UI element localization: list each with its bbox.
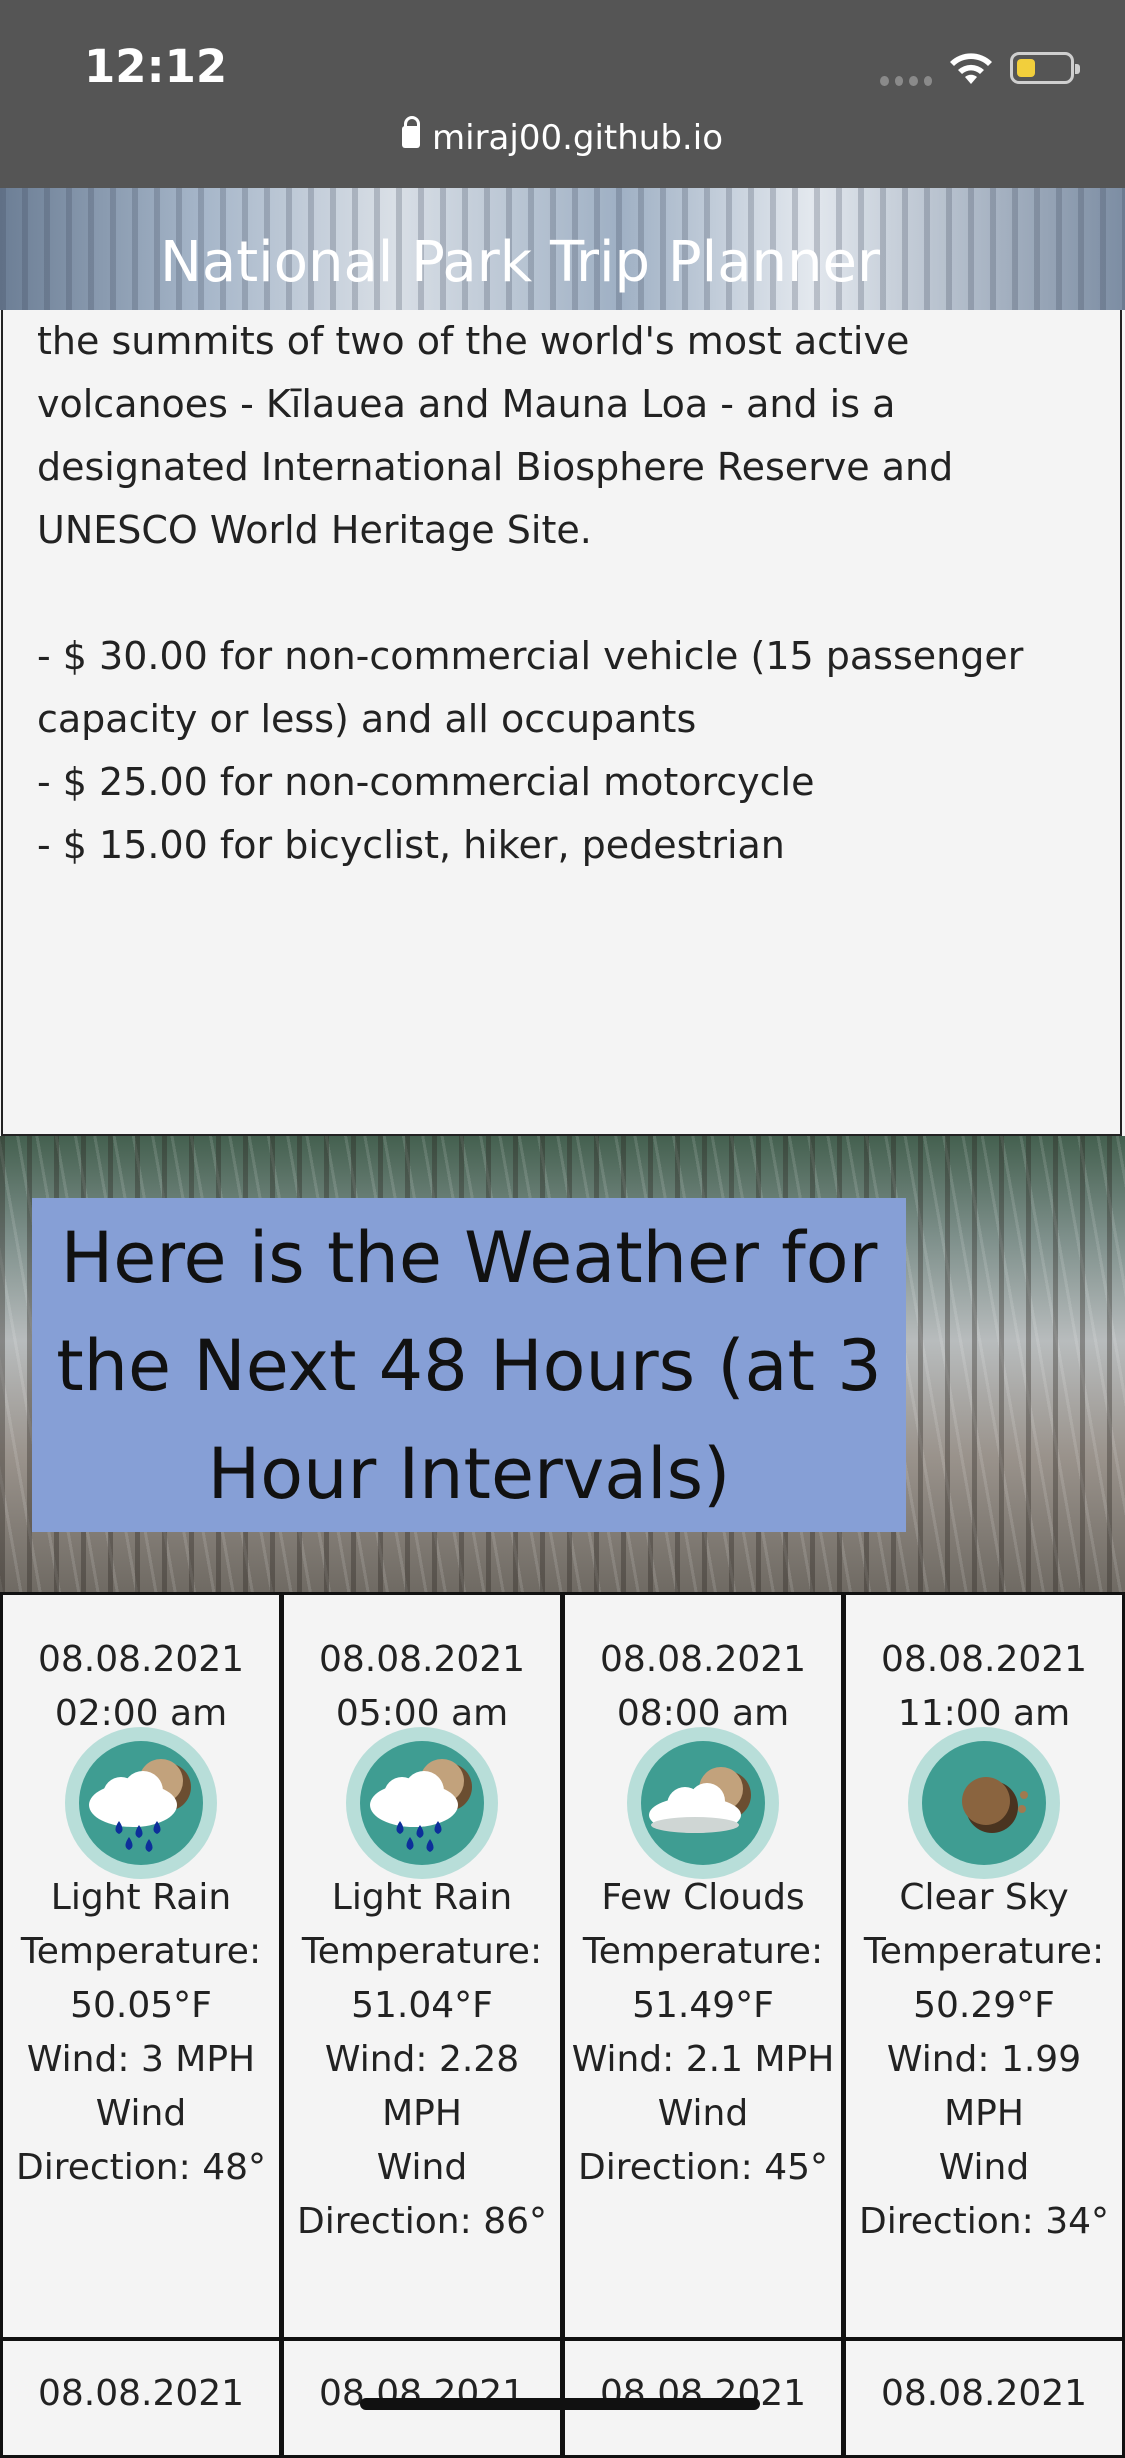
wind-label: Wind: [886,2039,990,2080]
address-bar[interactable]: miraj00.github.io [0,115,1125,158]
forecast-card: 08.08.2021 11:00 am Clear Sky Temperatur… [843,1592,1125,2340]
wind-direction-value: 45° [764,2147,829,2188]
forecast-card-next: 08.08.2021 [0,2338,282,2458]
fee-motorcycle: - $ 25.00 for non-commercial motorcycle [37,760,815,804]
fee-vehicle: - $ 30.00 for non-commercial vehicle (15… [37,634,1024,741]
forecast-temperature-label: Temperature: [582,1931,824,1972]
site-title[interactable]: National Park Trip Planner [0,230,1040,295]
clock: 12:12 [84,40,228,93]
description-line: volcanoes - Kīlauea and Mauna Loa - and … [37,382,896,426]
forecast-date: 08.08.2021 [599,1639,807,1680]
few-clouds-icon [625,1725,781,1881]
forecast-temperature-label: Temperature: [301,1931,543,1972]
rain-cloud-icon [344,1725,500,1881]
forecast-temperature: 50.05°F [70,1985,212,2026]
wind-direction-value: 48° [202,2147,267,2188]
forecast-card: 08.08.2021 05:00 am Light Rain Temperatu… [281,1592,563,2340]
wind-direction-label: Wind Direction: [858,2147,1034,2242]
wind-direction-value: 86° [483,2201,548,2242]
forecast-temperature: 50.29°F [913,1985,1055,2026]
wind-label: Wind: [571,2039,675,2080]
weather-heading: Here is the Weather for the Next 48 Hour… [32,1198,906,1532]
site-header: National Park Trip Planner [0,188,1125,310]
forecast-wind: Wind: 1.99 MPH [846,2033,1122,2141]
wind-direction-value: 34° [1045,2201,1110,2242]
forecast-wind: Wind: 2.1 MPH [565,2033,841,2087]
wind-direction-label: Wind Direction: [577,2093,753,2188]
forecast-date: 08.08.2021 [37,1639,245,1680]
forecast-card: 08.08.2021 02:00 am Light Rain Temperatu… [0,1592,282,2340]
forecast-wind: Wind: 3 MPH [3,2033,279,2087]
forecast-date: 08.08.2021 [880,2373,1088,2414]
forecast-temperature-label: Temperature: [20,1931,262,1972]
forecast-wind-direction: Wind Direction: 48° [3,2087,279,2195]
wind-value: 3 MPH [140,2039,256,2080]
weather-banner: Here is the Weather for the Next 48 Hour… [0,1136,1125,1592]
forecast-temperature-label: Temperature: [863,1931,1105,1972]
forecast-date: 08.08.2021 [37,2373,245,2414]
forecast-date: 08.08.2021 [880,1639,1088,1680]
description-line: the summits of two of the world's most a… [37,319,910,363]
wind-value: 2.1 MPH [685,2039,835,2080]
forecast-temperature: 51.04°F [351,1985,493,2026]
description-line: UNESCO World Heritage Site. [37,508,592,552]
fee-pedestrian: - $ 15.00 for bicyclist, hiker, pedestri… [37,823,785,867]
lock-icon [402,115,420,148]
url-text: miraj00.github.io [432,118,723,158]
wind-direction-label: Wind Direction: [296,2147,472,2242]
rain-cloud-icon [63,1725,219,1881]
forecast-temperature: 51.49°F [632,1985,774,2026]
wifi-icon [950,53,992,84]
battery-icon [1010,52,1080,84]
forecast-date: 08.08.2021 [599,2373,807,2414]
park-description: the summits of two of the world's most a… [37,310,1097,877]
clear-sky-icon [906,1725,1062,1881]
forecast-wind-direction: Wind Direction: 45° [565,2087,841,2195]
forecast-card-next: 08.08.2021 [843,2338,1125,2458]
forecast-wind-direction: Wind Direction: 86° [284,2141,560,2249]
forecast-card: 08.08.2021 08:00 am Few Clouds Temperatu… [562,1592,844,2340]
home-indicator[interactable] [360,2398,760,2410]
forecast-wind: Wind: 2.28 MPH [284,2033,560,2141]
browser-status-bar: 12:12 miraj00.github.io [0,0,1125,188]
wind-label: Wind: [324,2039,428,2080]
signal-icon [880,76,932,86]
forecast-date: 08.08.2021 [318,1639,526,1680]
wind-label: Wind: [26,2039,130,2080]
forecast-wind-direction: Wind Direction: 34° [846,2141,1122,2249]
wind-direction-label: Wind Direction: [15,2093,191,2188]
park-info-card: the summits of two of the world's most a… [1,310,1122,1136]
forecast-date: 08.08.2021 [318,2373,526,2414]
description-line: designated International Biosphere Reser… [37,445,954,489]
